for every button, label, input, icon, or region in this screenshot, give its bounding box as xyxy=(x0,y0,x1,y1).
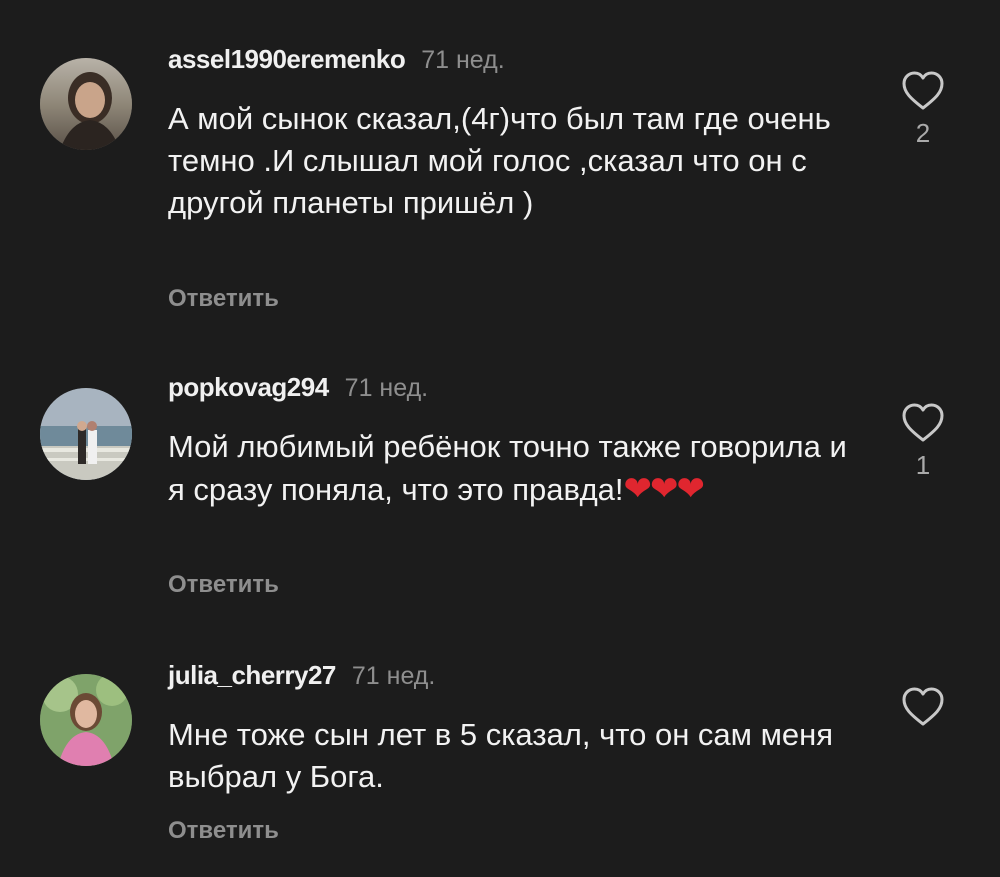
heart-outline-icon[interactable] xyxy=(900,70,946,112)
user-avatar-photo-icon xyxy=(40,58,132,150)
comment-meta: julia_cherry27 71 нед. xyxy=(168,660,435,696)
user-avatar-photo-icon xyxy=(40,388,132,480)
comment-timestamp: 71 нед. xyxy=(421,46,505,74)
like-count: 2 xyxy=(915,118,931,148)
comment-username[interactable]: assel1990eremenko xyxy=(168,44,406,75)
comment-text: А мой сынок сказал,(4г)что был там где о… xyxy=(168,98,848,224)
heart-emojis: ❤❤❤ xyxy=(623,470,705,508)
comment-body: А мой сынок сказал,(4г)что был там где о… xyxy=(168,101,831,220)
comment-meta: assel1990eremenko 71 нед. xyxy=(168,44,505,80)
heart-outline-icon[interactable] xyxy=(900,686,946,728)
comment-meta: popkovag294 71 нед. xyxy=(168,372,428,408)
heart-outline-icon[interactable] xyxy=(900,402,946,444)
user-avatar-photo-icon xyxy=(40,674,132,766)
comment-username[interactable]: julia_cherry27 xyxy=(168,660,336,691)
comment-body: Мне тоже сын лет в 5 сказал, что он сам … xyxy=(168,717,834,794)
avatar[interactable] xyxy=(40,674,132,766)
comment-text: Мне тоже сын лет в 5 сказал, что он сам … xyxy=(168,714,848,798)
comment-timestamp: 71 нед. xyxy=(351,662,436,690)
reply-button[interactable]: Ответить xyxy=(168,285,279,313)
like-control: 1 xyxy=(900,402,946,481)
reply-button[interactable]: Ответить xyxy=(168,817,279,845)
comment-body: Мой любимый ребёнок точно также говорила… xyxy=(168,429,847,507)
avatar[interactable] xyxy=(40,58,132,150)
comment-username[interactable]: popkovag294 xyxy=(168,372,329,403)
avatar[interactable] xyxy=(40,388,132,480)
comment-text: Мой любимый ребёнок точно также говорила… xyxy=(168,426,848,511)
reply-button[interactable]: Ответить xyxy=(168,571,279,599)
like-count: 1 xyxy=(915,450,931,480)
like-control xyxy=(900,686,946,734)
comment-timestamp: 71 нед. xyxy=(344,374,429,402)
like-control: 2 xyxy=(900,70,946,149)
